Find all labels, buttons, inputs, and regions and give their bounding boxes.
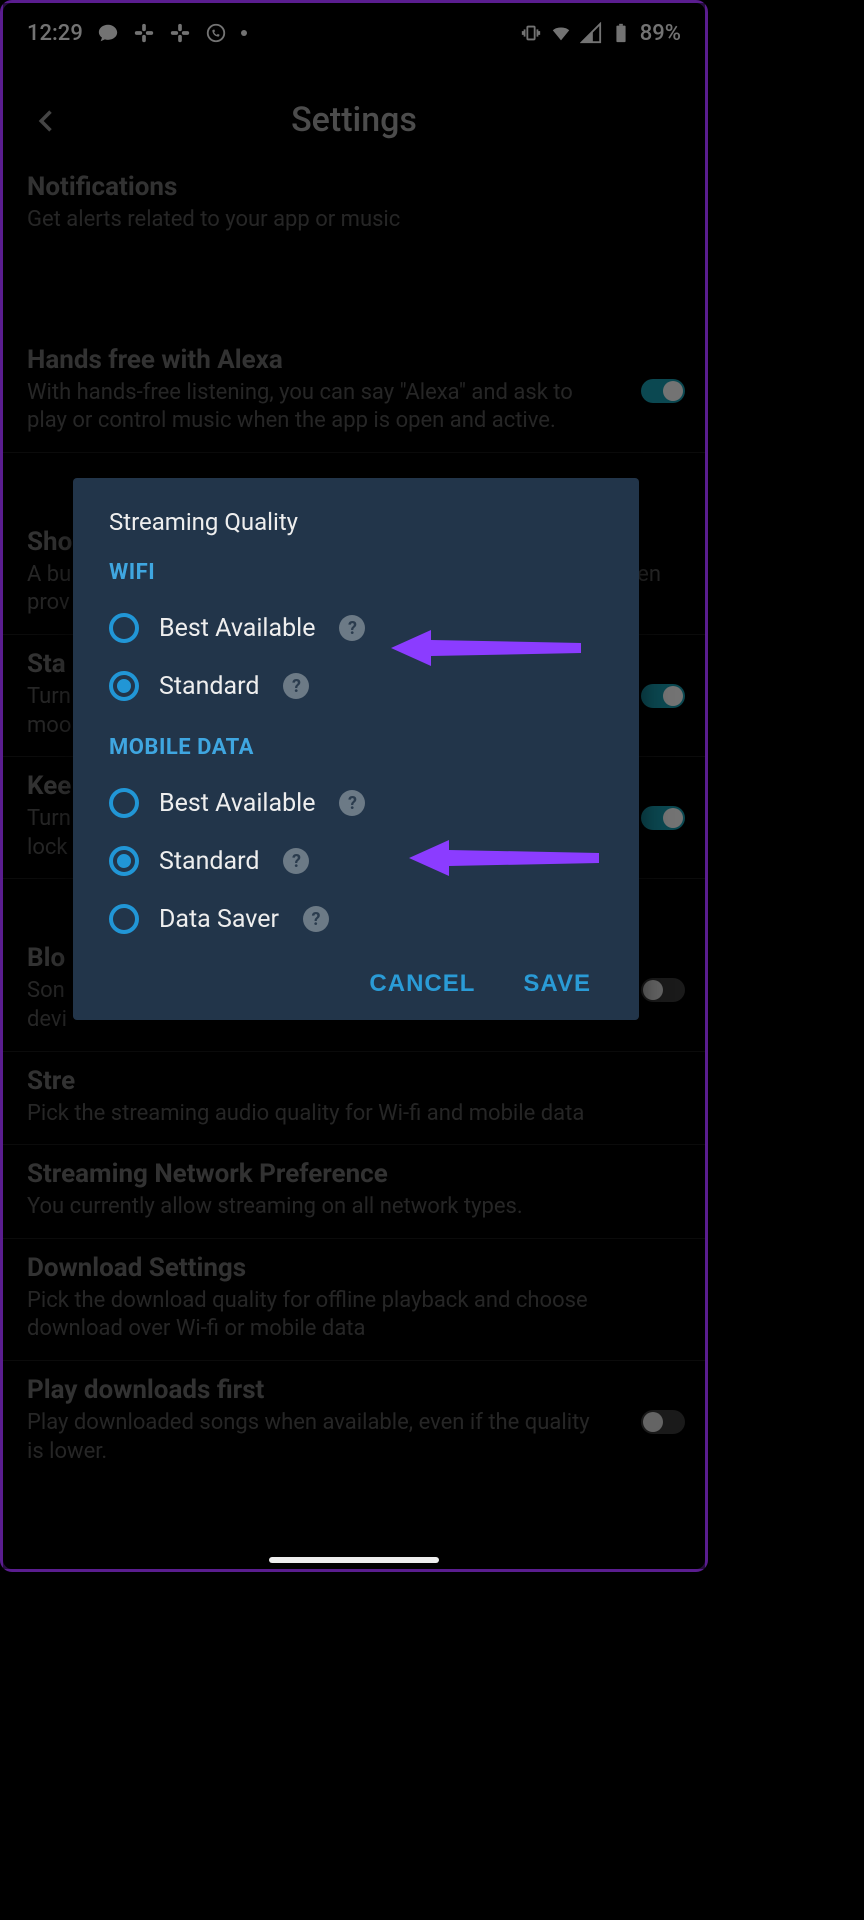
help-icon[interactable]: ? — [339, 615, 365, 641]
cancel-button[interactable]: CANCEL — [369, 970, 475, 998]
mobile-section-label: MOBILE DATA — [109, 735, 603, 760]
wifi-option-standard[interactable]: Standard ? — [109, 657, 603, 715]
radio-label: Best Available — [159, 789, 315, 818]
mobile-option-data-saver[interactable]: Data Saver ? — [109, 890, 603, 948]
dialog-actions: CANCEL SAVE — [109, 970, 603, 998]
help-icon[interactable]: ? — [283, 848, 309, 874]
home-indicator[interactable] — [269, 1557, 439, 1563]
radio-label: Standard — [159, 847, 259, 876]
dialog-title: Streaming Quality — [109, 508, 603, 536]
radio-label: Best Available — [159, 614, 315, 643]
mobile-option-standard[interactable]: Standard ? — [109, 832, 603, 890]
radio-button[interactable] — [109, 904, 139, 934]
radio-label: Standard — [159, 672, 259, 701]
wifi-option-best-available[interactable]: Best Available ? — [109, 599, 603, 657]
radio-button[interactable] — [109, 788, 139, 818]
radio-button[interactable] — [109, 613, 139, 643]
help-icon[interactable]: ? — [303, 906, 329, 932]
streaming-quality-dialog: Streaming Quality WIFI Best Available ? … — [73, 478, 639, 1020]
radio-button[interactable] — [109, 846, 139, 876]
help-icon[interactable]: ? — [339, 790, 365, 816]
mobile-option-best-available[interactable]: Best Available ? — [109, 774, 603, 832]
save-button[interactable]: SAVE — [523, 970, 591, 998]
wifi-section-label: WIFI — [109, 560, 603, 585]
radio-button[interactable] — [109, 671, 139, 701]
help-icon[interactable]: ? — [283, 673, 309, 699]
radio-label: Data Saver — [159, 905, 279, 934]
